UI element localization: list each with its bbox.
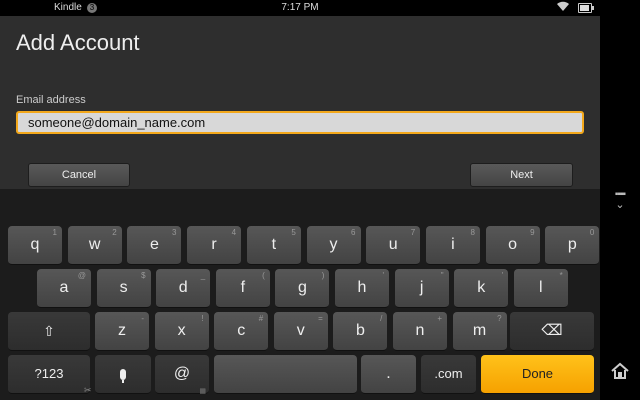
key-o[interactable]: 9o: [485, 226, 540, 265]
key-f[interactable]: (f: [215, 269, 270, 308]
key-p[interactable]: 0p: [545, 226, 600, 265]
key-char: t: [271, 236, 277, 253]
key-d[interactable]: _ d: [156, 269, 211, 308]
key-char: n: [415, 322, 425, 339]
key-char: e: [149, 236, 159, 253]
wifi-icon: [556, 1, 570, 15]
key-char: w: [88, 236, 101, 253]
battery-icon: [578, 3, 594, 13]
key-i[interactable]: 8i: [425, 226, 480, 265]
home-icon[interactable]: [608, 362, 632, 386]
key-g[interactable]: ) g: [275, 269, 330, 308]
key-k[interactable]: ' k: [454, 269, 509, 308]
key-e[interactable]: 3e: [127, 226, 182, 265]
symbols-key[interactable]: ?123 ✂: [8, 355, 92, 395]
key-q[interactable]: 1q: [8, 226, 62, 265]
add-account-screen: Add Account Email address Cancel Next: [0, 16, 600, 189]
clock: 7:17 PM: [281, 2, 319, 13]
key-char: r: [211, 236, 217, 253]
key-u[interactable]: 7u: [366, 226, 421, 265]
key-char: q: [30, 236, 40, 253]
key-char: s: [119, 279, 128, 296]
key-char: x: [177, 322, 186, 339]
backspace-key[interactable]: ⌫: [510, 312, 594, 351]
key-n[interactable]: + n: [393, 312, 447, 351]
key-x[interactable]: ! x: [154, 312, 209, 351]
grid-icon: ▦: [199, 388, 206, 395]
key-z[interactable]: -z: [95, 312, 149, 351]
email-field[interactable]: [16, 111, 584, 134]
next-button[interactable]: Next: [470, 163, 573, 187]
done-key[interactable]: Done: [481, 355, 594, 394]
key-j[interactable]: " j: [394, 269, 449, 308]
key-y[interactable]: 6y: [306, 226, 361, 265]
key-l[interactable]: * l: [513, 269, 568, 308]
key-char: b: [355, 322, 365, 339]
key-a[interactable]: @ a: [37, 269, 91, 308]
key-char: u: [388, 236, 398, 253]
dotcom-key[interactable]: .com: [421, 355, 476, 394]
key-b[interactable]: / b: [333, 312, 388, 351]
key-char: h: [357, 279, 367, 296]
key-v[interactable]: = v: [273, 312, 328, 351]
page-title: Add Account: [16, 30, 140, 55]
microphone-icon: [120, 369, 126, 380]
key-char: a: [59, 279, 69, 296]
key-char: m: [472, 322, 487, 339]
key-char: i: [451, 236, 455, 253]
key-char: g: [297, 279, 307, 296]
onscreen-keyboard: 1q2w3e4r5t6y7u8i9o0p @ a $ s _ d(f) g ' h " j ' k * l …: [0, 189, 600, 400]
key-h[interactable]: ' h: [335, 269, 389, 308]
key-char: o: [508, 236, 518, 253]
key-char: d: [178, 279, 188, 296]
period-key[interactable]: .: [361, 355, 416, 394]
battery-level: [580, 5, 589, 11]
side-panel: ▪▪▪▪ ⌄: [600, 0, 640, 400]
key-char: z: [118, 322, 126, 339]
status-bar: Kindle 3 7:17 PM: [0, 0, 600, 16]
key-t[interactable]: 5t: [246, 226, 301, 265]
cancel-button[interactable]: Cancel: [28, 163, 130, 187]
key-m[interactable]: ? m: [452, 312, 507, 351]
key-char: y: [329, 236, 338, 253]
key-s[interactable]: $ s: [96, 269, 151, 308]
key-w[interactable]: 2w: [67, 226, 122, 265]
key-r[interactable]: 4r: [187, 226, 242, 265]
email-label: Email address: [16, 94, 86, 106]
shift-icon: ⇧: [43, 323, 55, 339]
key-char: v: [296, 322, 305, 339]
key-char: k: [477, 279, 486, 296]
space-key[interactable]: [214, 355, 357, 394]
microphone-key[interactable]: [95, 355, 151, 394]
key-char: f: [240, 279, 246, 296]
scissors-icon: ✂: [84, 385, 92, 395]
at-key[interactable]: @ ▦: [155, 355, 209, 395]
key-char: c: [237, 322, 246, 339]
key-char: j: [419, 279, 424, 296]
shift-key[interactable]: ⇧: [8, 312, 90, 351]
key-c[interactable]: # c: [214, 312, 269, 351]
key-char: p: [567, 236, 577, 253]
keyboard-hide-icon[interactable]: ▪▪▪▪ ⌄: [608, 190, 632, 212]
backspace-icon: ⌫: [541, 322, 563, 339]
key-char: l: [539, 279, 543, 296]
